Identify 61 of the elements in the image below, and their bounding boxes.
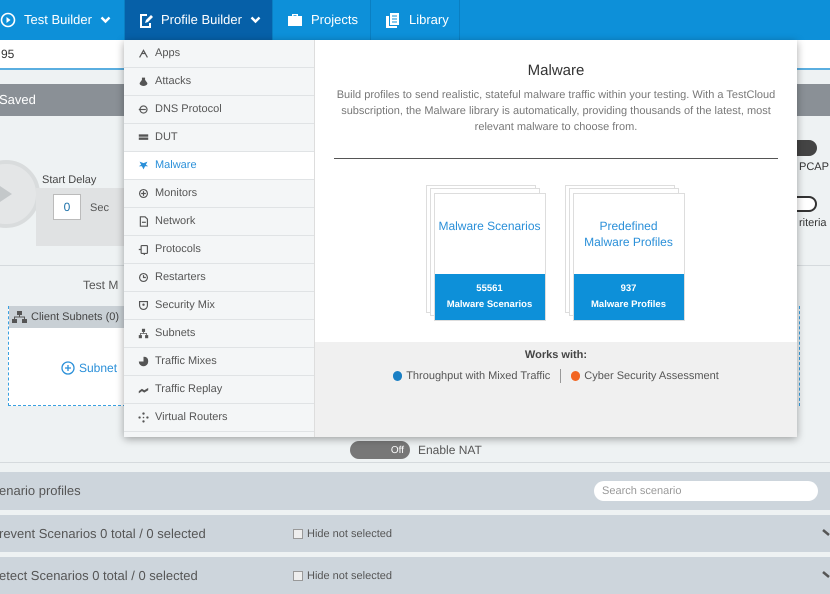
edit-icon xyxy=(137,12,153,28)
nat-label: Enable NAT xyxy=(418,442,482,459)
toggle-switch[interactable] xyxy=(797,140,817,156)
section-heading: Test M xyxy=(83,277,118,294)
compass-icon xyxy=(138,48,149,59)
menu-item[interactable]: Traffic Replay xyxy=(124,376,314,404)
search-field[interactable]: Search scenario xyxy=(594,481,818,501)
menu-item[interactable]: Attacks xyxy=(124,68,314,96)
document-icon xyxy=(138,216,149,227)
menu-item[interactable]: Monitors xyxy=(124,180,314,208)
flask-icon xyxy=(138,76,149,87)
checkbox[interactable] xyxy=(293,529,303,540)
play-icon xyxy=(0,184,14,204)
briefcase-icon xyxy=(287,13,303,27)
works-with-label: Works with: xyxy=(524,348,588,363)
menu-item[interactable]: Traffic Mixes xyxy=(124,348,314,376)
menu-item[interactable]: Virtual Routers xyxy=(124,404,314,432)
delay-input[interactable]: 0 xyxy=(53,194,81,220)
unit-label: Sec xyxy=(90,201,109,216)
name-field[interactable]: 95 xyxy=(0,40,124,68)
pie-icon xyxy=(138,356,149,367)
toggle-label: PCAP xyxy=(799,160,829,175)
scenario-group-bar[interactable]: revent Scenarios 0 total / 0 selected Hide not selected xyxy=(0,515,830,552)
network-icon xyxy=(12,311,27,323)
library-card[interactable]: Malware Scenarios 55561 Malware Scenarios xyxy=(434,192,546,320)
toggle-switch[interactable] xyxy=(797,196,817,212)
shield-icon xyxy=(138,300,149,311)
checkbox[interactable] xyxy=(293,571,303,582)
menu-item[interactable]: Restarters xyxy=(124,264,314,292)
works-with-link[interactable]: Throughput with Mixed Traffic xyxy=(393,368,550,384)
nodes-icon xyxy=(138,412,149,423)
chevron-down-icon xyxy=(822,529,830,537)
menu-item[interactable]: Malware xyxy=(124,152,314,180)
play-icon xyxy=(0,12,16,28)
menu-item[interactable]: Network xyxy=(124,208,314,236)
subnets-panel-header: Client Subnets (0) xyxy=(9,306,125,328)
nat-toggle[interactable]: Off xyxy=(350,441,410,459)
panel-title: Malware xyxy=(528,61,584,81)
crosshair-icon xyxy=(138,188,149,199)
nav-tab[interactable]: Profile Builder xyxy=(125,0,273,40)
checkbox-label: Hide not selected xyxy=(307,527,392,542)
library-card[interactable]: Predefined Malware Profiles 937 Malware Profiles xyxy=(572,192,684,320)
chevron-down-icon xyxy=(822,571,830,579)
documents-icon xyxy=(385,12,401,28)
dns-icon xyxy=(138,104,149,115)
nav-tab[interactable]: Test Builder xyxy=(0,0,125,40)
plus-icon xyxy=(61,361,75,375)
add-subnet-link[interactable]: Subnet xyxy=(61,359,118,377)
menu-item[interactable]: Security Mix xyxy=(124,292,314,320)
checkbox-label: Hide not selected xyxy=(307,569,392,584)
start-delay-label: Start Delay xyxy=(42,173,96,188)
device-icon xyxy=(138,132,149,143)
menu-item[interactable]: Protocols xyxy=(124,236,314,264)
menu-item[interactable]: DNS Protocol xyxy=(124,96,314,124)
menu-item[interactable]: Subnets xyxy=(124,320,314,348)
connector-icon xyxy=(138,244,149,255)
network-icon xyxy=(138,328,149,339)
works-with-link[interactable]: Cyber Security Assessment xyxy=(571,368,719,384)
clock-icon xyxy=(138,272,149,283)
menu-item[interactable]: Apps xyxy=(124,40,314,68)
toggle-label: riteria xyxy=(799,216,827,231)
